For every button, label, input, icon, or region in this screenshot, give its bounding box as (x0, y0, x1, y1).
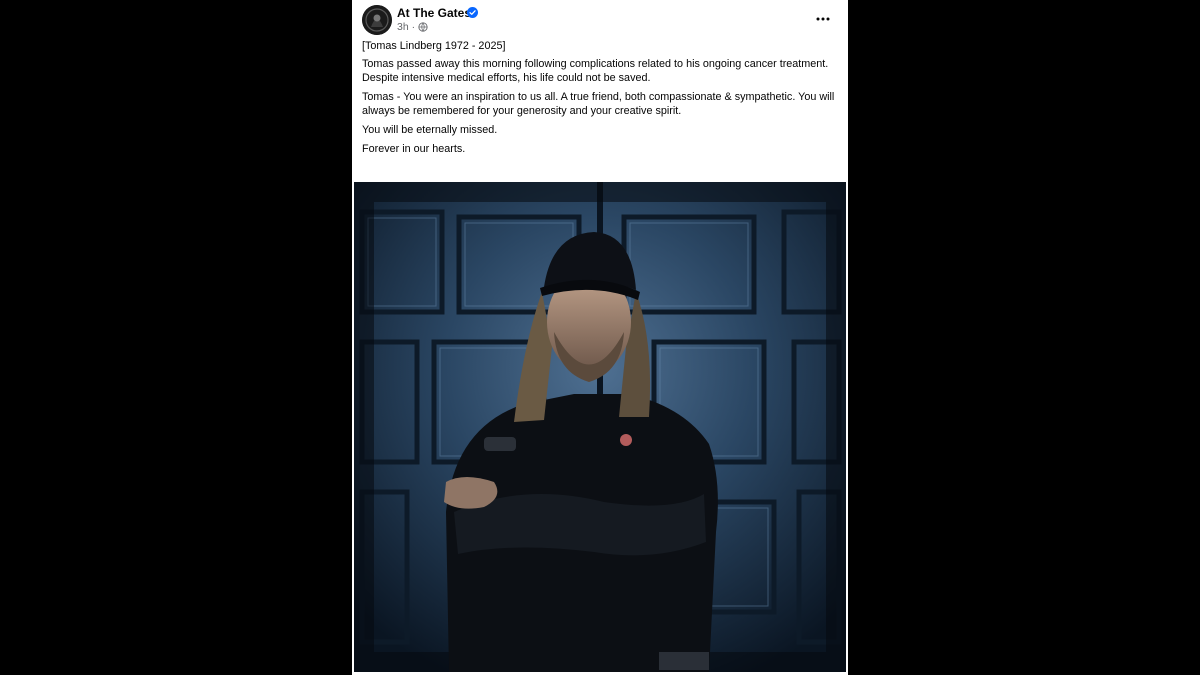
post-timestamp[interactable]: 3h (397, 21, 409, 33)
post-photo[interactable] (354, 182, 846, 672)
verified-badge-icon (467, 7, 478, 18)
post-text-paragraph-3: You will be eternally missed. (362, 124, 498, 137)
facebook-post: At The Gates 3h · [Tomas Lindberg 1972 -… (352, 0, 848, 675)
post-text-title: [Tomas Lindberg 1972 - 2025] (362, 40, 506, 52)
post-text: [Tomas Lindberg 1972 - 2025] Tomas passe… (362, 40, 840, 157)
globe-icon[interactable] (418, 22, 428, 32)
post-text-paragraph-2: Tomas - You were an inspiration to us al… (362, 91, 835, 117)
post-header: At The Gates 3h · (352, 0, 848, 40)
post-text-paragraph-1a: Tomas passed away this morning following… (362, 58, 829, 71)
post-meta: 3h · (397, 21, 415, 33)
post-text-paragraph-1b: Despite intensive medical efforts, his l… (362, 71, 651, 84)
more-options-icon (816, 17, 830, 21)
post-text-paragraph-4: Forever in our hearts. (362, 143, 466, 156)
page-name-link[interactable]: At The Gates (397, 6, 471, 20)
meta-separator: · (411, 21, 416, 33)
more-options-button[interactable] (810, 8, 836, 30)
page-avatar[interactable] (362, 5, 392, 35)
